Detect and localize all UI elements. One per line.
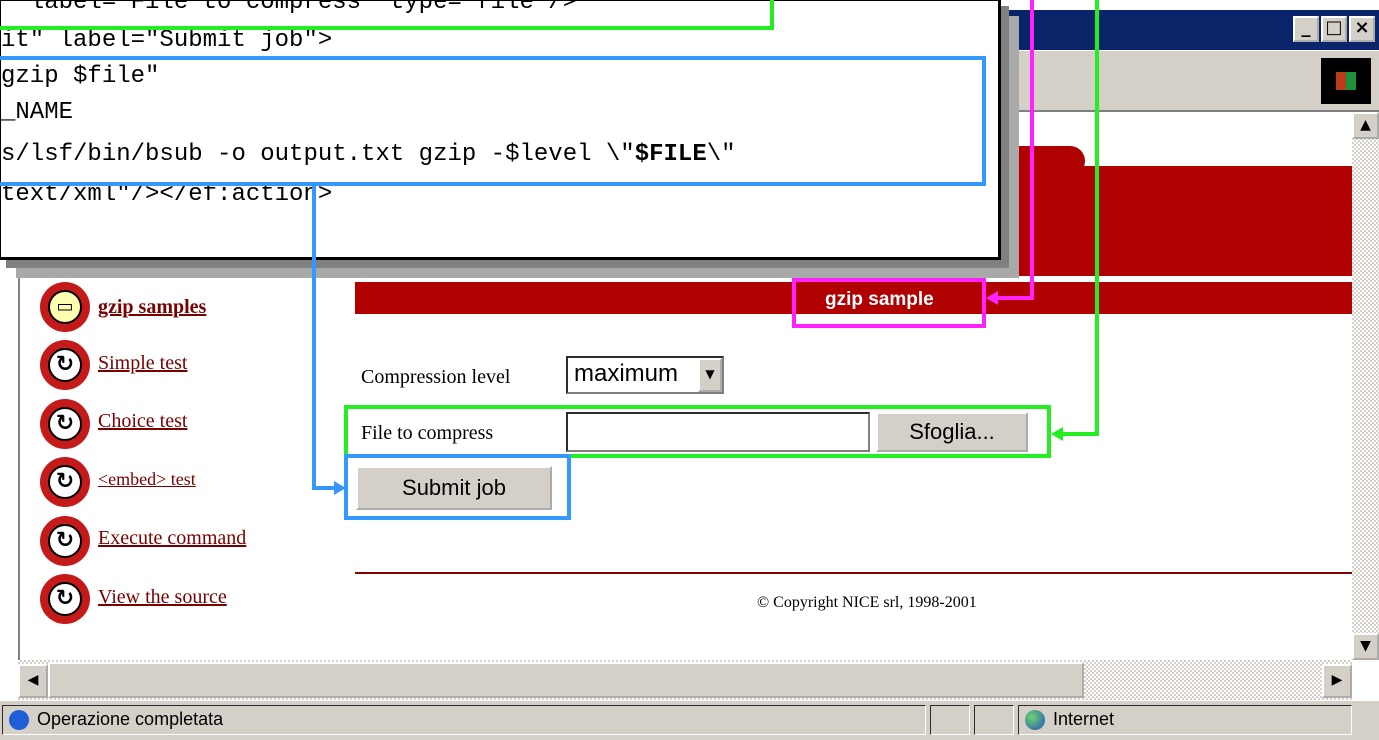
sidebar-item-execute-command[interactable]: Execute command xyxy=(98,527,246,550)
window-controls: _ □ × xyxy=(1293,16,1375,42)
title-connector-line xyxy=(1030,0,1034,300)
footer-divider xyxy=(355,572,1352,574)
status-message-pane: Operazione completata xyxy=(2,705,926,735)
submit-arrowhead xyxy=(334,481,346,495)
submit-connector-line xyxy=(312,186,316,490)
refresh-icon: ↻ xyxy=(40,574,90,624)
vertical-scrollbar[interactable] xyxy=(1352,112,1379,660)
file-connector-arrow xyxy=(1060,432,1099,436)
compression-level-label: Compression level xyxy=(361,366,511,388)
scroll-down-button[interactable]: ▼ xyxy=(1352,633,1379,660)
sidebar-item-simple-test[interactable]: Simple test xyxy=(98,352,187,375)
status-bar: Operazione completata Internet xyxy=(0,700,1379,740)
folder-icon: ▭ xyxy=(40,282,90,332)
globe-icon xyxy=(1025,710,1045,730)
status-pane-security xyxy=(974,705,1014,735)
status-message: Operazione completata xyxy=(37,709,224,729)
minimize-button[interactable]: _ xyxy=(1293,16,1319,42)
refresh-icon: ↻ xyxy=(40,340,90,390)
windows-logo-icon xyxy=(1321,58,1371,104)
status-zone-pane: Internet xyxy=(1018,705,1352,735)
compression-level-value: maximum xyxy=(574,360,679,387)
code-highlight-file-field xyxy=(0,0,774,30)
title-highlight-box xyxy=(792,278,986,328)
file-field-highlight-box xyxy=(344,405,1051,458)
ie-page-icon xyxy=(9,710,29,730)
code-highlight-command xyxy=(0,56,986,186)
scroll-left-button[interactable]: ◀ xyxy=(18,664,48,698)
compression-level-select[interactable]: maximum ▼ xyxy=(566,356,724,394)
file-arrowhead xyxy=(1051,427,1063,441)
scroll-right-button[interactable]: ▶ xyxy=(1322,664,1352,698)
title-connector-arrow xyxy=(994,296,1034,300)
chevron-down-icon[interactable]: ▼ xyxy=(698,358,722,392)
title-arrowhead xyxy=(986,291,998,305)
sidebar-item-view-source[interactable]: View the source xyxy=(98,586,227,609)
submit-highlight-box xyxy=(344,454,571,520)
submit-connector-arrow xyxy=(312,486,336,490)
scroll-up-button[interactable]: ▲ xyxy=(1352,112,1379,139)
refresh-icon: ↻ xyxy=(40,399,90,449)
horizontal-scroll-thumb[interactable] xyxy=(48,662,1084,698)
file-connector-line xyxy=(1095,0,1099,436)
sidebar: ▭ gzip samples ↻ Simple test ↻ Choice te… xyxy=(40,282,340,624)
status-zone: Internet xyxy=(1053,709,1115,729)
close-button[interactable]: × xyxy=(1349,16,1375,42)
sidebar-item-choice-test[interactable]: Choice test xyxy=(98,410,187,433)
copyright-text: © Copyright NICE srl, 1998-2001 xyxy=(757,594,977,611)
status-pane-progress xyxy=(930,705,970,735)
maximize-button[interactable]: □ xyxy=(1321,16,1347,42)
sidebar-item-embed-test[interactable]: <embed> test xyxy=(98,469,196,490)
refresh-icon: ↻ xyxy=(40,457,90,507)
refresh-icon: ↻ xyxy=(40,516,90,566)
sidebar-item-gzip-samples[interactable]: gzip samples xyxy=(98,296,206,319)
code-line-submit-field: it" label="Submit job"> xyxy=(1,27,333,54)
